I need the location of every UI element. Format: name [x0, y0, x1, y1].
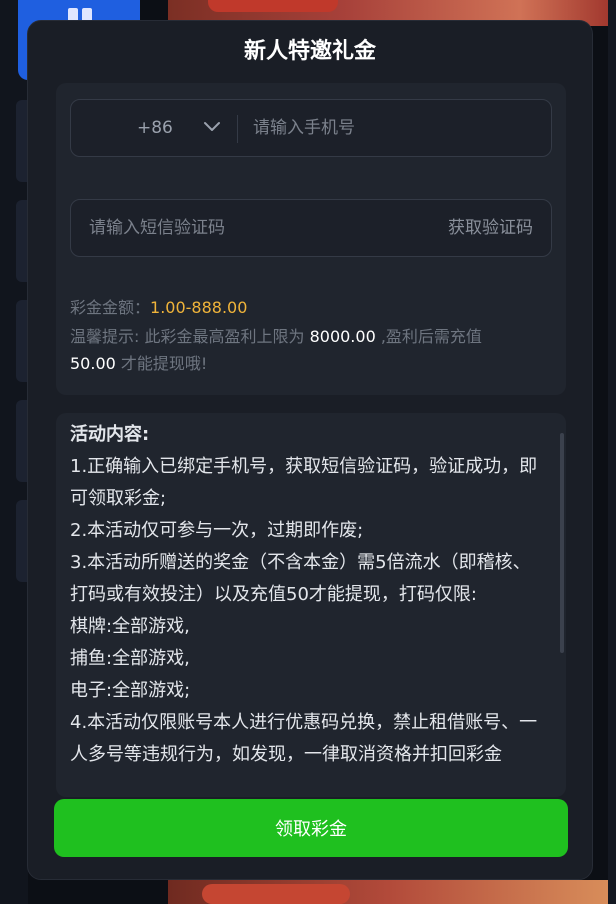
phone-divider: [237, 115, 238, 143]
tip-max-profit: 8000.00: [309, 327, 376, 346]
description-heading: 活动内容:: [70, 424, 150, 445]
description-line: 3.本活动所赠送的奖金（不含本金）需5倍流水（即稽核、打码或有效投注）以及充值5…: [70, 552, 531, 605]
bonus-amount: 彩金金额：1.00-888.00: [70, 295, 540, 321]
description-line: 2.本活动仅可参与一次，过期即作废;: [70, 520, 364, 541]
bonus-amount-label: 彩金金额：: [70, 298, 151, 317]
tip-middle: ,盈利后需充值: [375, 327, 482, 346]
tip-recharge: 50.00: [70, 354, 116, 373]
country-code-select[interactable]: +86: [137, 100, 173, 156]
description-line: 4.本活动仅限账号本人进行优惠码兑换，禁止租借账号、一人多号等违规行为，如发现，…: [70, 712, 538, 765]
bonus-amount-value: 1.00-888.00: [150, 298, 248, 317]
description-line: 捕鱼:全部游戏,: [70, 648, 190, 669]
bonus-modal: 新人特邀礼金 +86 获取验证码 彩金金额：1.00-888.00 温馨提示: …: [27, 20, 593, 880]
modal-title: 新人特邀礼金: [243, 39, 376, 64]
tip-prefix: 温馨提示: 此彩金最高盈利上限为: [70, 327, 310, 346]
background-right-strip: [608, 0, 616, 904]
background-banner-bottom: [168, 880, 608, 904]
description-line: 1.正确输入已绑定手机号，获取短信验证码，验证成功，即可领取彩金;: [70, 456, 538, 509]
phone-field: +86: [70, 99, 552, 157]
warm-tip: 温馨提示: 此彩金最高盈利上限为 8000.00 ,盈利后需充值 50.00 才能…: [70, 323, 540, 377]
sms-code-input[interactable]: [89, 200, 409, 256]
screen: 新人特邀礼金 +86 获取验证码 彩金金额：1.00-888.00 温馨提示: …: [0, 0, 616, 904]
description-scrollbar[interactable]: [560, 433, 564, 653]
sms-code-field: 获取验证码: [70, 199, 552, 257]
description-text: 活动内容: 1.正确输入已绑定手机号，获取短信验证码，验证成功，即可领取彩金; …: [70, 419, 540, 771]
description-line: 电子:全部游戏;: [70, 680, 191, 701]
chevron-down-icon[interactable]: [203, 118, 221, 136]
get-code-button[interactable]: 获取验证码: [448, 200, 533, 256]
description-line: 棋牌:全部游戏,: [70, 616, 190, 637]
activity-description[interactable]: 活动内容: 1.正确输入已绑定手机号，获取短信验证码，验证成功，即可领取彩金; …: [56, 413, 566, 797]
claim-bonus-button[interactable]: 领取彩金: [54, 799, 568, 857]
phone-input[interactable]: [253, 100, 543, 156]
tip-suffix: 才能提现哦!: [115, 354, 208, 373]
